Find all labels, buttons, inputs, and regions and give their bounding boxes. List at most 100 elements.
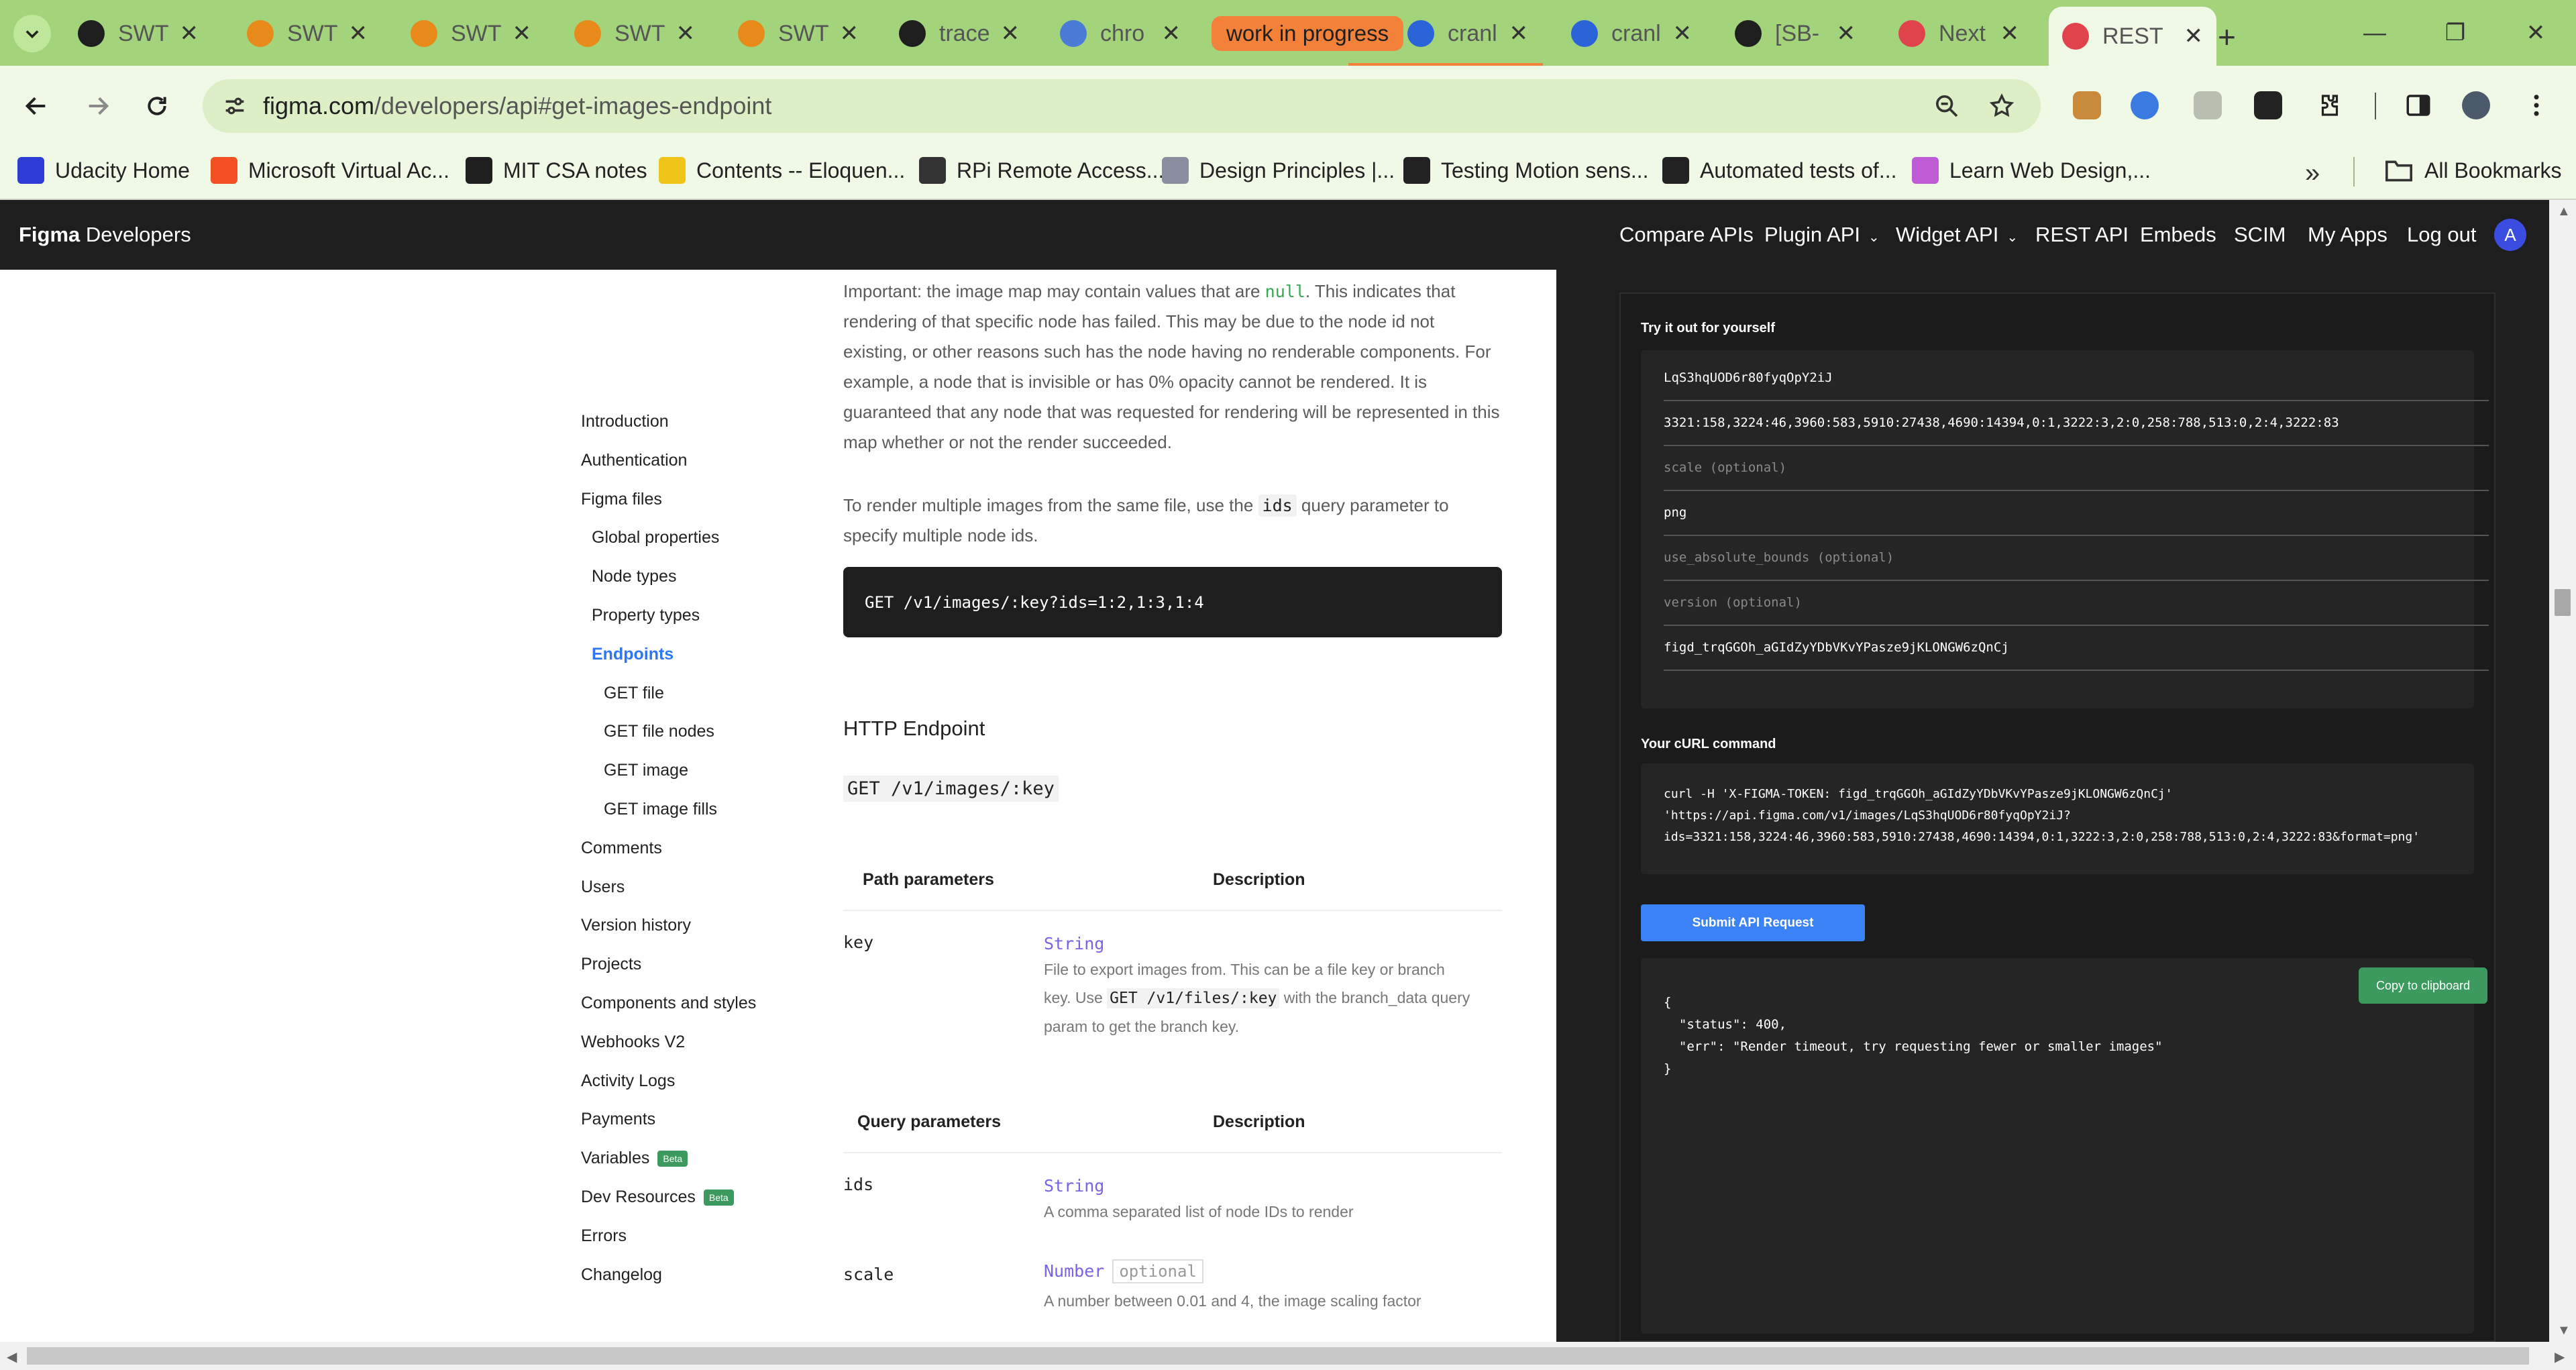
sidebar-item-errors[interactable]: Errors	[581, 1226, 627, 1246]
vertical-scrollbar[interactable]: ▲ ▼	[2549, 200, 2576, 1342]
tab-8[interactable]: cranl ✕	[1558, 13, 1705, 54]
extensions-puzzle-icon[interactable]	[2316, 91, 2344, 119]
sidebar-item-endpoints[interactable]: Endpoints	[592, 645, 674, 664]
sidebar-item-version-history[interactable]: Version history	[581, 916, 691, 935]
nav-widget-api[interactable]: Widget API ⌄	[1896, 223, 2018, 247]
sidebar-item-authentication[interactable]: Authentication	[581, 451, 687, 470]
request-field-1[interactable]: 3321:158,3224:46,3960:583,5910:27438,469…	[1664, 402, 2489, 446]
bookmark-6[interactable]: Testing Motion sens...	[1403, 154, 1648, 187]
site-settings-icon[interactable]	[221, 93, 248, 119]
close-tab-icon[interactable]: ✕	[1509, 20, 1529, 47]
vertical-scroll-thumb[interactable]	[2555, 589, 2571, 616]
reload-button[interactable]	[138, 87, 176, 125]
bookmarks-overflow-button[interactable]: »	[2305, 158, 2320, 189]
sidebar-item-components-and-styles[interactable]: Components and styles	[581, 994, 756, 1013]
request-field-5[interactable]: version (optional)	[1664, 582, 2489, 626]
scroll-down-arrow-icon[interactable]: ▼	[2557, 1323, 2571, 1338]
close-tab-icon[interactable]: ✕	[349, 20, 368, 47]
bookmark-3[interactable]: Contents -- Eloquen...	[659, 154, 905, 187]
tab-6[interactable]: chro ✕	[1046, 13, 1194, 54]
sidebar-item-comments[interactable]: Comments	[581, 839, 662, 858]
close-tab-icon[interactable]: ✕	[1001, 20, 1020, 47]
close-tab-icon[interactable]: ✕	[2000, 20, 2020, 47]
tab-9[interactable]: [SB- ✕	[1721, 13, 1869, 54]
sidebar-item-global-properties[interactable]: Global properties	[592, 528, 719, 547]
sidebar-item-introduction[interactable]: Introduction	[581, 412, 669, 431]
request-field-4[interactable]: use_absolute_bounds (optional)	[1664, 537, 2489, 581]
nav-scim[interactable]: SCIM	[2234, 223, 2286, 247]
nav-embeds[interactable]: Embeds	[2140, 223, 2216, 247]
nav-rest-api[interactable]: REST API	[2035, 223, 2129, 247]
sidebar-item-figma-files[interactable]: Figma files	[581, 490, 662, 509]
new-tab-button[interactable]: +	[2218, 19, 2236, 55]
sidebar-item-dev-resources[interactable]: Dev Resources Beta	[581, 1188, 734, 1207]
sidebar-item-users[interactable]: Users	[581, 878, 625, 897]
close-window-button[interactable]: ✕	[2496, 0, 2576, 66]
request-field-0[interactable]: LqS3hqUOD6r80fyqOpY2iJ	[1664, 357, 2489, 401]
tab-0[interactable]: SWT ✕	[64, 13, 212, 54]
close-tab-icon[interactable]: ✕	[840, 20, 859, 47]
sidebar-item-get-file[interactable]: GET file	[604, 684, 664, 703]
bookmark-1[interactable]: Microsoft Virtual Ac...	[211, 154, 449, 187]
tab-4[interactable]: SWT ✕	[724, 13, 872, 54]
sidebar-item-activity-logs[interactable]: Activity Logs	[581, 1071, 675, 1091]
zoom-icon[interactable]	[1933, 93, 1960, 119]
tab-2[interactable]: SWT ✕	[397, 13, 545, 54]
nav-compare-apis[interactable]: Compare APIs	[1619, 223, 1754, 247]
nav-plugin-api[interactable]: Plugin API ⌄	[1764, 223, 1880, 247]
bookmark-0[interactable]: Udacity Home	[17, 154, 190, 187]
request-field-3[interactable]: png	[1664, 492, 2489, 536]
sidebar-item-variables[interactable]: Variables Beta	[581, 1149, 688, 1168]
sidebar-item-get-image-fills[interactable]: GET image fills	[604, 800, 717, 819]
forward-button[interactable]	[79, 87, 117, 125]
nav-my-apps[interactable]: My Apps	[2308, 223, 2387, 247]
tab-7[interactable]: cranl ✕	[1394, 13, 1542, 54]
tab-11[interactable]: REST ✕	[2049, 7, 2216, 66]
address-bar[interactable]: figma.com/developers/api#get-images-endp…	[203, 79, 2041, 133]
bookmark-7[interactable]: Automated tests of...	[1662, 154, 1896, 187]
scroll-right-arrow-icon[interactable]: ▶	[2555, 1349, 2565, 1365]
minimize-button[interactable]: —	[2334, 0, 2415, 66]
close-tab-icon[interactable]: ✕	[1162, 20, 1181, 47]
sidebar-item-get-image[interactable]: GET image	[604, 761, 688, 780]
request-field-6[interactable]: figd_trqGGOh_aGIdZyYDbVKvYPasze9jKLONGW6…	[1664, 627, 2489, 671]
cookie-extension-icon[interactable]	[2073, 91, 2101, 119]
all-bookmarks-button[interactable]: All Bookmarks	[2384, 154, 2562, 187]
extension-dark-icon[interactable]	[2254, 91, 2282, 119]
restore-button[interactable]: ❐	[2415, 0, 2496, 66]
sidebar-item-changelog[interactable]: Changelog	[581, 1265, 662, 1285]
sidebar-item-projects[interactable]: Projects	[581, 955, 641, 974]
figma-developers-logo[interactable]: Figma Developers	[19, 223, 191, 247]
close-tab-icon[interactable]: ✕	[676, 20, 696, 47]
sidebar-item-get-file-nodes[interactable]: GET file nodes	[604, 722, 714, 741]
submit-api-request-button[interactable]: Submit API Request	[1641, 904, 1865, 941]
sidebar-item-webhooks-v2[interactable]: Webhooks V2	[581, 1033, 685, 1052]
sidebar-item-node-types[interactable]: Node types	[592, 567, 676, 586]
more-menu-icon[interactable]	[2522, 91, 2551, 119]
horizontal-scroll-thumb[interactable]	[27, 1347, 2529, 1365]
tab-group-work-in-progress[interactable]: work in progress	[1212, 16, 1404, 51]
tab-search-button[interactable]	[13, 15, 51, 52]
tab-10[interactable]: Next ✕	[1885, 13, 2033, 54]
horizontal-scrollbar[interactable]: ◀ ▶	[0, 1342, 2576, 1370]
sidebar-item-property-types[interactable]: Property types	[592, 606, 700, 625]
bookmark-2[interactable]: MIT CSA notes	[466, 154, 647, 187]
nav-log-out[interactable]: Log out	[2407, 223, 2476, 247]
extension-icon[interactable]	[2131, 91, 2159, 119]
tab-1[interactable]: SWT ✕	[233, 13, 381, 54]
bookmark-8[interactable]: Learn Web Design,...	[1912, 154, 2151, 187]
request-field-2[interactable]: scale (optional)	[1664, 447, 2489, 491]
bookmark-5[interactable]: Design Principles |...	[1162, 154, 1395, 187]
tab-3[interactable]: SWT ✕	[561, 13, 708, 54]
profile-avatar[interactable]	[2462, 91, 2490, 119]
side-panel-icon[interactable]	[2404, 91, 2432, 119]
copy-to-clipboard-button[interactable]: Copy to clipboard	[2359, 967, 2487, 1004]
close-tab-icon[interactable]: ✕	[2184, 23, 2204, 50]
sidebar-item-payments[interactable]: Payments	[581, 1110, 655, 1129]
bookmark-star-icon[interactable]	[1988, 93, 2015, 119]
back-button[interactable]	[17, 87, 55, 125]
close-tab-icon[interactable]: ✕	[513, 20, 532, 47]
close-tab-icon[interactable]: ✕	[180, 20, 199, 47]
bookmark-4[interactable]: RPi Remote Access...	[919, 154, 1164, 187]
scroll-left-arrow-icon[interactable]: ◀	[7, 1349, 17, 1365]
